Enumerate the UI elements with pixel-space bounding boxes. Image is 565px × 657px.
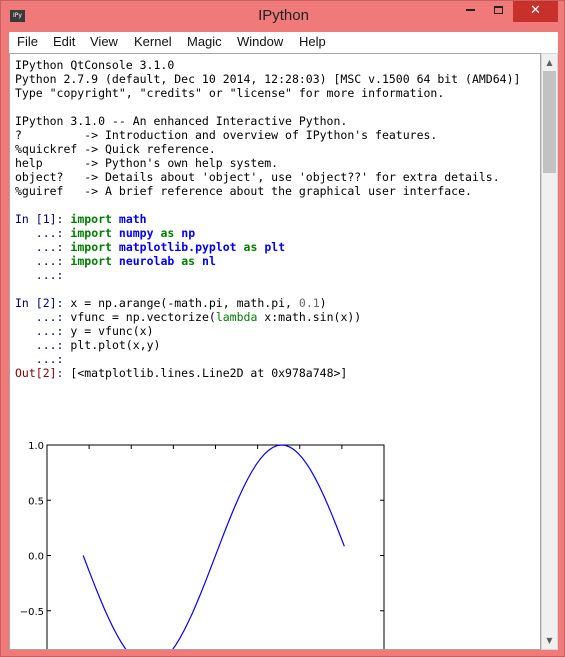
- keyword: import: [70, 212, 112, 226]
- code-line: ...: vfunc = np.vectorize(lambda x:math.…: [15, 310, 535, 324]
- y-tick-label: 0.0: [28, 552, 44, 563]
- module-name: matplotlib.pyplot: [118, 240, 237, 254]
- module-name: math: [118, 212, 147, 226]
- output-text: [<matplotlib.lines.Line2D at 0x978a748>]: [70, 366, 348, 380]
- code-text: y = vfunc(x): [70, 324, 154, 338]
- menu-window[interactable]: Window: [237, 34, 283, 49]
- code-text: ): [319, 296, 327, 310]
- menu-edit[interactable]: Edit: [53, 34, 75, 49]
- module-alias: plt: [264, 240, 286, 254]
- menu-magic[interactable]: Magic: [187, 34, 222, 49]
- banner-line: Type "copyright", "credits" or "license"…: [15, 86, 445, 100]
- module-alias: np: [181, 226, 196, 240]
- scroll-down-arrow-icon[interactable]: ▼: [542, 632, 557, 649]
- banner-line: Python 2.7.9 (default, Dec 10 2014, 12:2…: [15, 72, 521, 86]
- console-output[interactable]: IPython QtConsole 3.1.0 Python 2.7.9 (de…: [9, 53, 541, 650]
- menu-bar: File Edit View Kernel Magic Window Help: [9, 32, 558, 53]
- maximize-icon: [493, 6, 503, 14]
- menu-kernel[interactable]: Kernel: [134, 34, 172, 49]
- keyword: import: [70, 254, 112, 268]
- input-prompt: In [2]:: [15, 296, 64, 310]
- continuation-prompt: ...:: [35, 240, 64, 254]
- code-text: x = np.arange(-math.pi, math.pi,: [70, 296, 299, 310]
- y-tick-label: −0.5: [20, 607, 44, 618]
- continuation-prompt: ...:: [35, 268, 64, 282]
- code-line: ...:: [15, 352, 535, 366]
- title-bar[interactable]: IPy IPython ✕: [1, 1, 565, 33]
- banner-line: object? -> Details about 'object', use '…: [15, 170, 500, 184]
- code-line: ...: import numpy as np: [15, 226, 535, 240]
- banner-line: IPython QtConsole 3.1.0: [15, 58, 175, 72]
- banner-line: %guiref -> A brief reference about the g…: [15, 184, 472, 198]
- code-text: x:math.sin(x)): [257, 310, 362, 324]
- keyword: as: [160, 226, 175, 240]
- keyword: import: [70, 226, 112, 240]
- menu-view[interactable]: View: [90, 34, 118, 49]
- scroll-up-arrow-icon[interactable]: ▲: [542, 54, 557, 71]
- continuation-prompt: ...:: [35, 254, 64, 268]
- code-line: ...:: [15, 268, 535, 282]
- module-name: neurolab: [118, 254, 175, 268]
- continuation-prompt: ...:: [35, 352, 64, 366]
- code-text: plt.plot(x,y): [70, 338, 161, 352]
- window-frame: IPy IPython ✕ File Edit View Kernel Magi…: [0, 0, 565, 657]
- module-name: numpy: [118, 226, 154, 240]
- code-line: In [2]: x = np.arange(-math.pi, math.pi,…: [15, 296, 535, 310]
- continuation-prompt: ...:: [35, 338, 64, 352]
- maximize-button[interactable]: [485, 1, 511, 22]
- code-line: ...: y = vfunc(x): [15, 324, 535, 338]
- code-line: ...: plt.plot(x,y): [15, 338, 535, 352]
- scroll-thumb[interactable]: [543, 71, 556, 173]
- banner-line: help -> Python's own help system.: [15, 156, 279, 170]
- keyword: as: [243, 240, 258, 254]
- y-tick-label: 0.5: [28, 496, 44, 507]
- number-literal: 0.1: [298, 296, 320, 310]
- sine-plot: −4−3−2−1012341.00.50.0−0.5−1.0: [20, 441, 385, 649]
- close-button[interactable]: ✕: [513, 1, 558, 22]
- output-prompt: Out[2]:: [15, 366, 64, 380]
- input-prompt: In [1]:: [15, 212, 64, 226]
- banner-line: IPython 3.1.0 -- An enhanced Interactive…: [15, 114, 348, 128]
- minimize-button[interactable]: [457, 1, 483, 22]
- continuation-prompt: ...:: [35, 226, 64, 240]
- y-tick-label: 1.0: [28, 441, 44, 452]
- plot-axes-frame: [46, 444, 385, 649]
- output-line: Out[2]: [<matplotlib.lines.Line2D at 0x9…: [15, 366, 535, 380]
- module-alias: nl: [202, 254, 216, 268]
- code-text: vfunc = np.vectorize(: [70, 310, 216, 324]
- continuation-prompt: ...:: [35, 324, 64, 338]
- code-line: In [1]: import math: [15, 212, 535, 226]
- keyword: as: [181, 254, 196, 268]
- continuation-prompt: ...:: [35, 310, 64, 324]
- vertical-scrollbar[interactable]: ▲ ▼: [541, 53, 558, 650]
- menu-file[interactable]: File: [17, 34, 38, 49]
- keyword: import: [70, 240, 112, 254]
- code-line: ...: import matplotlib.pyplot as plt: [15, 240, 535, 254]
- menu-help[interactable]: Help: [299, 34, 326, 49]
- keyword: lambda: [215, 310, 258, 324]
- banner-line: ? -> Introduction and overview of IPytho…: [15, 128, 438, 142]
- code-line: ...: import neurolab as nl: [15, 254, 535, 268]
- close-icon: ✕: [530, 3, 541, 18]
- minimize-icon: [465, 9, 475, 11]
- banner-line: %quickref -> Quick reference.: [15, 142, 216, 156]
